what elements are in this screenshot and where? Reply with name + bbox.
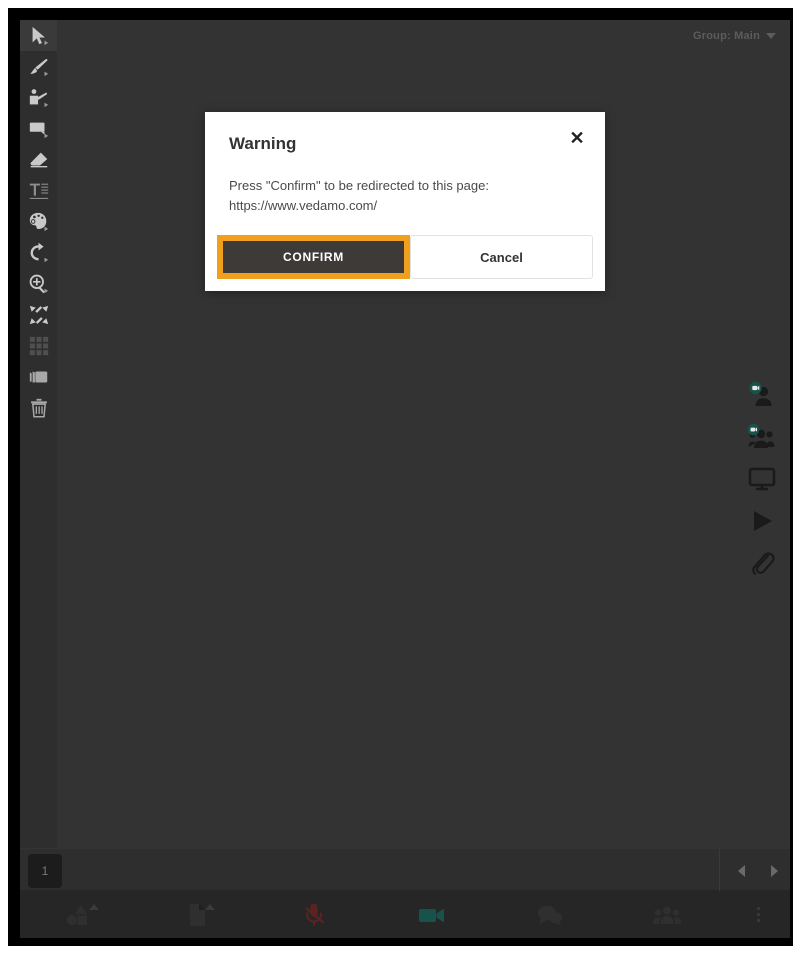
chevron-left-icon	[738, 864, 745, 877]
page-navigation	[719, 849, 782, 892]
person-video-icon	[749, 381, 772, 406]
presenter-icon	[29, 88, 48, 107]
magnifier-plus-icon	[29, 274, 48, 293]
file-icon	[189, 903, 205, 926]
zoom-tool[interactable]	[20, 268, 57, 299]
dialog-header: Warning ✕	[205, 112, 605, 154]
attachments[interactable]	[743, 548, 781, 578]
chevron-down-icon	[766, 33, 776, 39]
group-selector[interactable]: Group: Main	[693, 30, 776, 42]
dialog-title: Warning	[229, 134, 297, 153]
tools-toolbar[interactable]	[20, 20, 57, 848]
undo-tool[interactable]	[20, 237, 57, 268]
people-icon	[652, 906, 682, 924]
session-bottom-bar	[20, 891, 790, 938]
text-icon	[29, 183, 48, 199]
dialog-message: Press "Confirm" to be redirected to this…	[205, 154, 605, 235]
pen-tool[interactable]	[20, 51, 57, 82]
trash-icon	[30, 398, 47, 417]
kebab-menu-icon	[756, 919, 760, 922]
caret-up-icon	[204, 904, 215, 910]
monitor-icon	[748, 467, 776, 491]
eraser-icon	[29, 152, 47, 167]
screenshot-frame: Group: Main Warning ✕ Press "Confirm" to…	[0, 0, 810, 954]
collapse-arrows-icon	[29, 305, 48, 324]
virtual-classroom-app: Group: Main Warning ✕ Press "Confirm" to…	[20, 20, 790, 938]
filled-rect-icon	[29, 122, 48, 138]
pointer-tool[interactable]	[20, 82, 57, 113]
grid-tool[interactable]	[20, 330, 57, 361]
eraser-tool[interactable]	[20, 144, 57, 175]
dialog-message-line1: Press "Confirm" to be redirected to this…	[229, 178, 489, 193]
select-tool[interactable]	[20, 20, 57, 51]
pages-bar: 1	[20, 848, 790, 892]
camera-toggle[interactable]	[373, 891, 491, 938]
shapes-menu[interactable]	[20, 891, 138, 938]
play-icon	[754, 511, 772, 531]
palette-icon	[29, 212, 48, 231]
page-prev-button[interactable]	[734, 863, 750, 879]
kebab-menu-icon	[756, 907, 760, 910]
participants-panel[interactable]	[608, 891, 726, 938]
page-next-button[interactable]	[766, 863, 782, 879]
layers-icon	[29, 371, 47, 382]
cursor-arrow-icon	[32, 26, 48, 45]
delete-tool[interactable]	[20, 392, 57, 423]
close-icon[interactable]: ✕	[567, 128, 587, 148]
warning-dialog: Warning ✕ Press "Confirm" to be redirect…	[205, 112, 605, 291]
grid-icon	[29, 336, 48, 355]
paperclip-icon	[752, 552, 775, 575]
cancel-button[interactable]: Cancel	[410, 235, 593, 279]
chevron-right-icon	[771, 864, 778, 877]
caret-up-icon	[88, 904, 99, 910]
video-camera-icon	[418, 908, 444, 922]
confirm-button-focus-ring: CONFIRM	[217, 235, 410, 279]
media-player[interactable]	[743, 506, 781, 536]
color-tool[interactable]	[20, 206, 57, 237]
group-video-icon	[747, 423, 775, 448]
my-video[interactable]	[743, 380, 781, 410]
session-tools-rail[interactable]	[740, 380, 784, 578]
dialog-message-url: https://www.vedamo.com/	[229, 197, 378, 213]
screen-share[interactable]	[743, 464, 781, 494]
files-menu[interactable]	[138, 891, 256, 938]
brush-icon	[29, 58, 48, 76]
kebab-menu-icon	[756, 913, 760, 916]
dialog-actions: CONFIRM Cancel	[205, 235, 605, 291]
participants-video[interactable]	[743, 422, 781, 452]
chat-panel[interactable]	[491, 891, 609, 938]
confirm-button[interactable]: CONFIRM	[223, 241, 404, 273]
text-tool[interactable]	[20, 175, 57, 206]
group-selector-label: Group: Main	[693, 30, 760, 42]
chat-bubbles-icon	[537, 905, 562, 925]
whiteboard-canvas[interactable]: Group: Main Warning ✕ Press "Confirm" to…	[20, 20, 790, 848]
shape-tool[interactable]	[20, 113, 57, 144]
undo-arrow-icon	[30, 242, 48, 262]
mic-muted-icon	[305, 903, 325, 925]
fit-tool[interactable]	[20, 299, 57, 330]
duplicate-tool[interactable]	[20, 361, 57, 392]
more-menu[interactable]	[726, 907, 790, 922]
page-tab-1[interactable]: 1	[28, 854, 62, 888]
microphone-toggle[interactable]	[255, 891, 373, 938]
